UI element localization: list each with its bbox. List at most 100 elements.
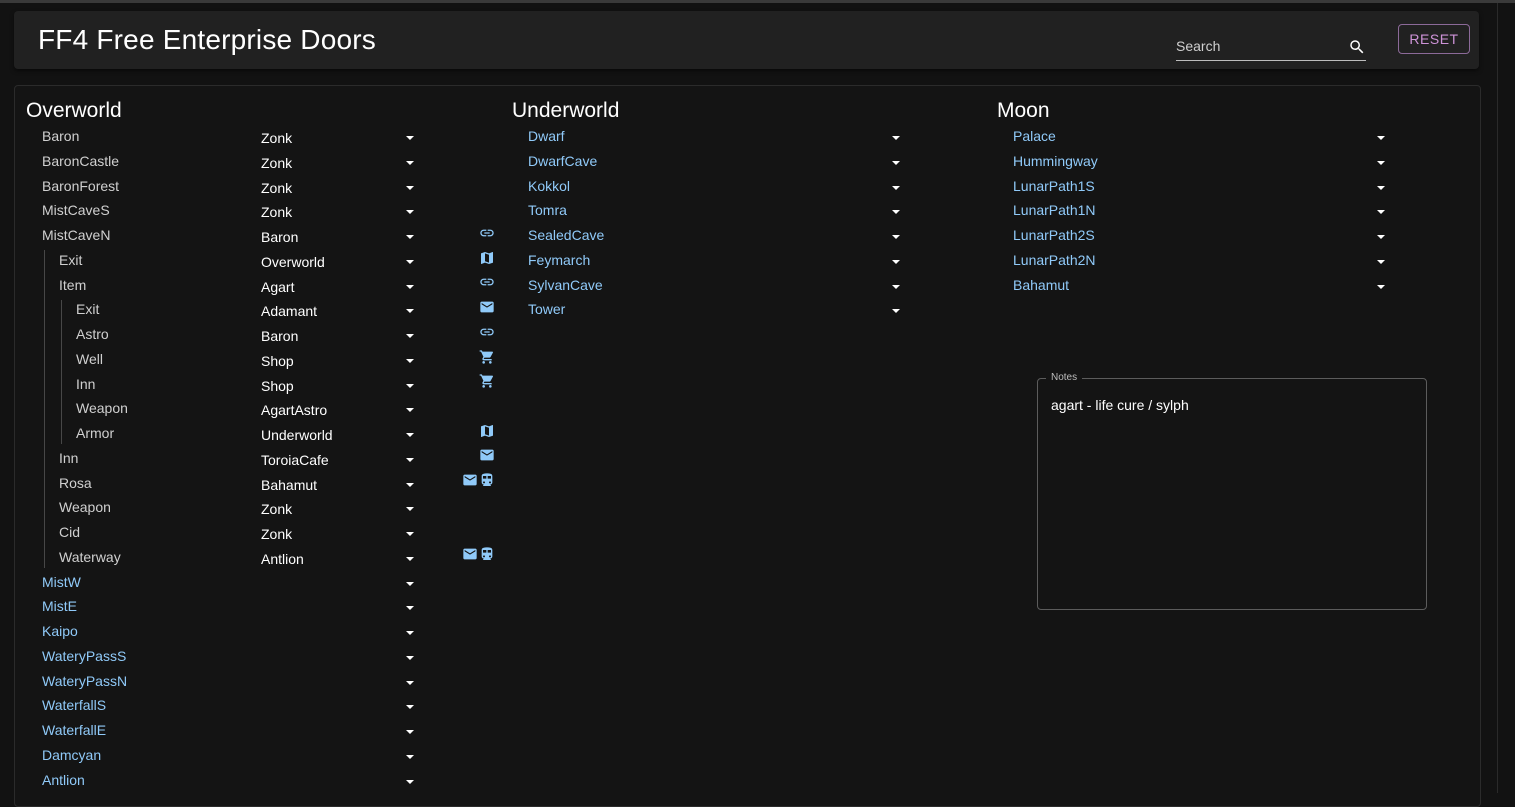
chevron-down-icon[interactable] — [892, 160, 900, 165]
door-destination-select[interactable]: Adamant — [261, 303, 317, 319]
reset-button[interactable]: RESET — [1398, 24, 1470, 54]
chevron-down-icon[interactable] — [892, 259, 900, 264]
moon-location-label[interactable]: Palace — [1013, 128, 1056, 144]
underworld-location-label[interactable]: SylvanCave — [528, 277, 603, 293]
tree-guide-item — [61, 300, 62, 444]
chevron-down-icon[interactable] — [406, 334, 414, 338]
door-destination-select[interactable]: Overworld — [261, 254, 325, 270]
chevron-down-icon[interactable] — [1377, 284, 1385, 289]
search-input[interactable]: Search — [1176, 36, 1366, 61]
chevron-down-icon[interactable] — [892, 210, 900, 215]
chevron-down-icon[interactable] — [406, 507, 414, 512]
underworld-location-label[interactable]: Feymarch — [528, 252, 590, 268]
underworld-location-label[interactable]: Tomra — [528, 202, 567, 218]
chevron-down-icon[interactable] — [1377, 259, 1385, 264]
door-destination-select[interactable]: Bahamut — [261, 477, 317, 493]
door-destination-select[interactable]: Shop — [261, 378, 294, 394]
search-placeholder: Search — [1176, 38, 1221, 54]
door-destination-select[interactable]: Baron — [261, 328, 298, 344]
moon-location-label[interactable]: Hummingway — [1013, 153, 1098, 169]
chevron-down-icon[interactable] — [406, 185, 414, 190]
chevron-down-icon[interactable] — [1377, 160, 1385, 165]
chevron-down-icon[interactable] — [406, 235, 414, 239]
link-icon — [480, 278, 494, 286]
chevron-down-icon[interactable] — [406, 457, 414, 462]
chevron-down-icon[interactable] — [406, 730, 414, 734]
chevron-down-icon[interactable] — [406, 556, 414, 561]
overworld-location-label: Waterway — [59, 548, 121, 565]
chevron-down-icon[interactable] — [406, 160, 414, 165]
underworld-location-label[interactable]: Dwarf — [528, 128, 565, 144]
door-destination-select[interactable]: Underworld — [261, 427, 333, 443]
overworld-location-label[interactable]: WaterfallS — [42, 697, 106, 713]
chevron-down-icon[interactable] — [892, 185, 900, 190]
overworld-location-label[interactable]: Kaipo — [42, 623, 78, 639]
chevron-down-icon[interactable] — [406, 705, 414, 710]
door-destination-select[interactable]: Baron — [261, 229, 298, 245]
door-destination-select[interactable]: Zonk — [261, 180, 292, 196]
door-destination-select[interactable]: Zonk — [261, 501, 292, 517]
overworld-heading: Overworld — [26, 99, 122, 122]
moon-location-label[interactable]: LunarPath1S — [1013, 178, 1095, 194]
chevron-down-icon[interactable] — [406, 581, 414, 586]
chevron-down-icon[interactable] — [892, 235, 900, 239]
chevron-down-icon[interactable] — [406, 655, 414, 660]
chevron-down-icon[interactable] — [406, 754, 414, 759]
chevron-down-icon[interactable] — [406, 309, 414, 314]
door-destination-select[interactable]: Zonk — [261, 526, 292, 542]
chevron-down-icon[interactable] — [892, 309, 900, 314]
scrollbar-track[interactable] — [1497, 3, 1498, 793]
chevron-down-icon[interactable] — [892, 136, 900, 140]
overworld-location-label[interactable]: MistW — [42, 574, 81, 590]
overworld-location-label: Cid — [59, 524, 81, 540]
door-destination-select[interactable]: Antlion — [261, 551, 304, 567]
moon-location-label[interactable]: Bahamut — [1013, 277, 1069, 293]
chevron-down-icon[interactable] — [892, 284, 900, 289]
search-icon[interactable] — [1348, 38, 1366, 56]
door-destination-select[interactable]: Zonk — [261, 155, 292, 171]
chevron-down-icon[interactable] — [406, 482, 414, 487]
door-destination-select[interactable]: ToroiaCafe — [261, 452, 329, 468]
chevron-down-icon[interactable] — [406, 433, 414, 437]
chevron-down-icon[interactable] — [406, 532, 414, 536]
chevron-down-icon[interactable] — [406, 408, 414, 413]
chevron-down-icon[interactable] — [406, 383, 414, 388]
overworld-location-label[interactable]: WaterfallE — [42, 722, 106, 738]
chevron-down-icon[interactable] — [406, 358, 414, 363]
door-destination-select[interactable]: Agart — [261, 279, 294, 295]
cart-icon — [479, 350, 494, 364]
chevron-down-icon[interactable] — [406, 284, 414, 289]
chevron-down-icon[interactable] — [1377, 210, 1385, 215]
overworld-location-label[interactable]: Antlion — [42, 772, 85, 788]
chevron-down-icon[interactable] — [1377, 136, 1385, 140]
moon-location-label[interactable]: LunarPath2S — [1013, 227, 1095, 243]
mail-icon — [480, 301, 494, 313]
overworld-location-label: Well — [76, 350, 103, 367]
chevron-down-icon[interactable] — [406, 210, 414, 215]
overworld-location-label[interactable]: Damcyan — [42, 747, 101, 763]
door-destination-select[interactable]: Zonk — [261, 130, 292, 146]
underworld-location-label[interactable]: Kokkol — [528, 178, 570, 194]
moon-location-label[interactable]: LunarPath1N — [1013, 202, 1096, 218]
chevron-down-icon[interactable] — [1377, 235, 1385, 239]
chevron-down-icon[interactable] — [406, 631, 414, 635]
chevron-down-icon[interactable] — [406, 136, 414, 140]
door-destination-select[interactable]: AgartAstro — [261, 402, 327, 418]
chevron-down-icon[interactable] — [406, 606, 414, 611]
underworld-location-label[interactable]: DwarfCave — [528, 153, 597, 169]
chevron-down-icon[interactable] — [406, 779, 414, 784]
chevron-down-icon[interactable] — [406, 680, 414, 685]
moon-location-label[interactable]: LunarPath2N — [1013, 252, 1096, 268]
overworld-location-label[interactable]: WateryPassS — [42, 648, 126, 664]
door-destination-select[interactable]: Zonk — [261, 204, 292, 220]
chevron-down-icon[interactable] — [1377, 185, 1385, 190]
moon-heading: Moon — [997, 99, 1050, 122]
overworld-location-label[interactable]: WateryPassN — [42, 673, 127, 689]
chevron-down-icon[interactable] — [406, 259, 414, 264]
underworld-location-label[interactable]: SealedCave — [528, 227, 604, 243]
notes-field[interactable]: Notes agart - life cure / sylph — [1037, 372, 1427, 610]
underworld-location-label[interactable]: Tower — [528, 301, 565, 317]
door-destination-select[interactable]: Shop — [261, 353, 294, 369]
overworld-location-label: Armor — [76, 425, 115, 441]
overworld-location-label[interactable]: MistE — [42, 598, 77, 614]
